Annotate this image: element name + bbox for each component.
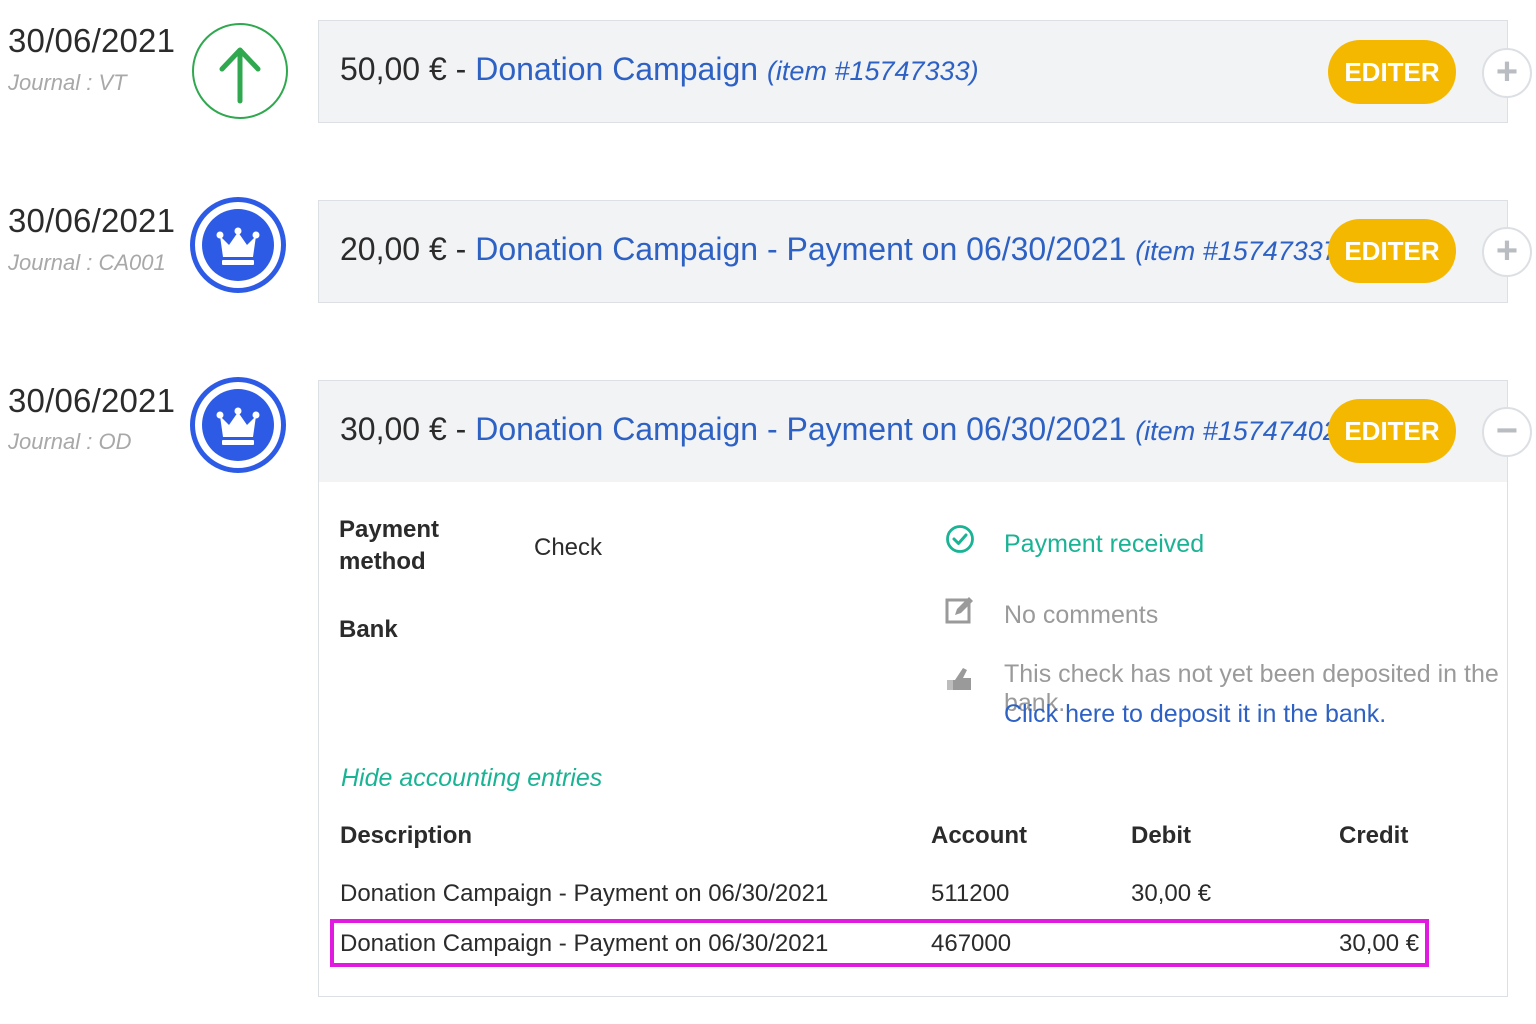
cell-account: 467000 xyxy=(931,930,1012,957)
entry-item-ref[interactable]: (item #15747333) xyxy=(767,56,979,86)
entry-separator: - xyxy=(446,231,476,267)
edit-button[interactable]: EDITER xyxy=(1328,40,1456,104)
entry-heading: 30,00 € - Donation Campaign - Payment on… xyxy=(340,411,1347,448)
table-header-debit: Debit xyxy=(1131,822,1191,849)
collapse-toggle-icon[interactable]: − xyxy=(1482,407,1532,457)
entry-journal: Journal : OD xyxy=(8,429,132,454)
entry-amount: 50,00 € xyxy=(340,51,447,87)
cell-description: Donation Campaign - Payment on 06/30/202… xyxy=(340,880,829,907)
entry-detail-panel: Payment method Check Bank Payment receiv… xyxy=(318,482,1508,997)
cell-credit: 30,00 € xyxy=(1339,930,1420,957)
entry-heading: 50,00 € - Donation Campaign (item #15747… xyxy=(340,51,979,88)
entry-title-link[interactable]: Donation Campaign xyxy=(475,51,758,87)
table-header-account: Account xyxy=(931,822,1027,849)
edit-button[interactable]: EDITER xyxy=(1328,399,1456,463)
crown-icon xyxy=(190,197,286,293)
entry-item-ref[interactable]: (item #15747337) xyxy=(1135,236,1347,266)
arrow-up-icon xyxy=(192,23,288,119)
hide-accounting-entries-link[interactable]: Hide accounting entries xyxy=(341,764,602,793)
cell-account: 511200 xyxy=(931,880,1010,907)
payment-method-label: Payment method xyxy=(339,516,440,575)
check-circle-icon xyxy=(946,525,974,553)
entry-journal: Journal : VT xyxy=(8,70,127,95)
cell-debit: 30,00 € xyxy=(1131,880,1212,907)
entry-date: 30/06/2021 xyxy=(8,382,176,419)
entry-amount: 20,00 € xyxy=(340,231,447,267)
payment-method-value: Check xyxy=(534,534,603,561)
entry-title-link[interactable]: Donation Campaign - Payment on 06/30/202… xyxy=(475,231,1126,267)
entry-date: 30/06/2021 xyxy=(8,22,176,59)
expand-toggle-icon[interactable]: + xyxy=(1482,227,1532,277)
expand-toggle-icon[interactable]: + xyxy=(1482,48,1532,98)
edit-comment-icon[interactable] xyxy=(945,595,975,625)
bank-label: Bank xyxy=(339,616,398,643)
edit-button[interactable]: EDITER xyxy=(1328,219,1456,283)
table-header-credit: Credit xyxy=(1339,822,1409,849)
entry-separator: - xyxy=(446,411,476,447)
entry-title-link[interactable]: Donation Campaign - Payment on 06/30/202… xyxy=(475,411,1126,447)
comments-text: No comments xyxy=(1004,601,1159,629)
table-header-description: Description xyxy=(340,822,473,849)
entry-date: 30/06/2021 xyxy=(8,202,176,239)
payment-status: Payment received xyxy=(1004,530,1205,558)
crown-icon xyxy=(190,377,286,473)
deposit-hand-icon xyxy=(947,668,971,690)
entry-journal: Journal : CA001 xyxy=(8,250,166,275)
entry-heading: 20,00 € - Donation Campaign - Payment on… xyxy=(340,231,1347,268)
cell-description: Donation Campaign - Payment on 06/30/202… xyxy=(340,930,829,957)
deposit-link[interactable]: Click here to deposit it in the bank. xyxy=(1004,700,1386,729)
entry-separator: - xyxy=(446,51,476,87)
entry-item-ref[interactable]: (item #15747402) xyxy=(1135,416,1347,446)
entry-amount: 30,00 € xyxy=(340,411,447,447)
